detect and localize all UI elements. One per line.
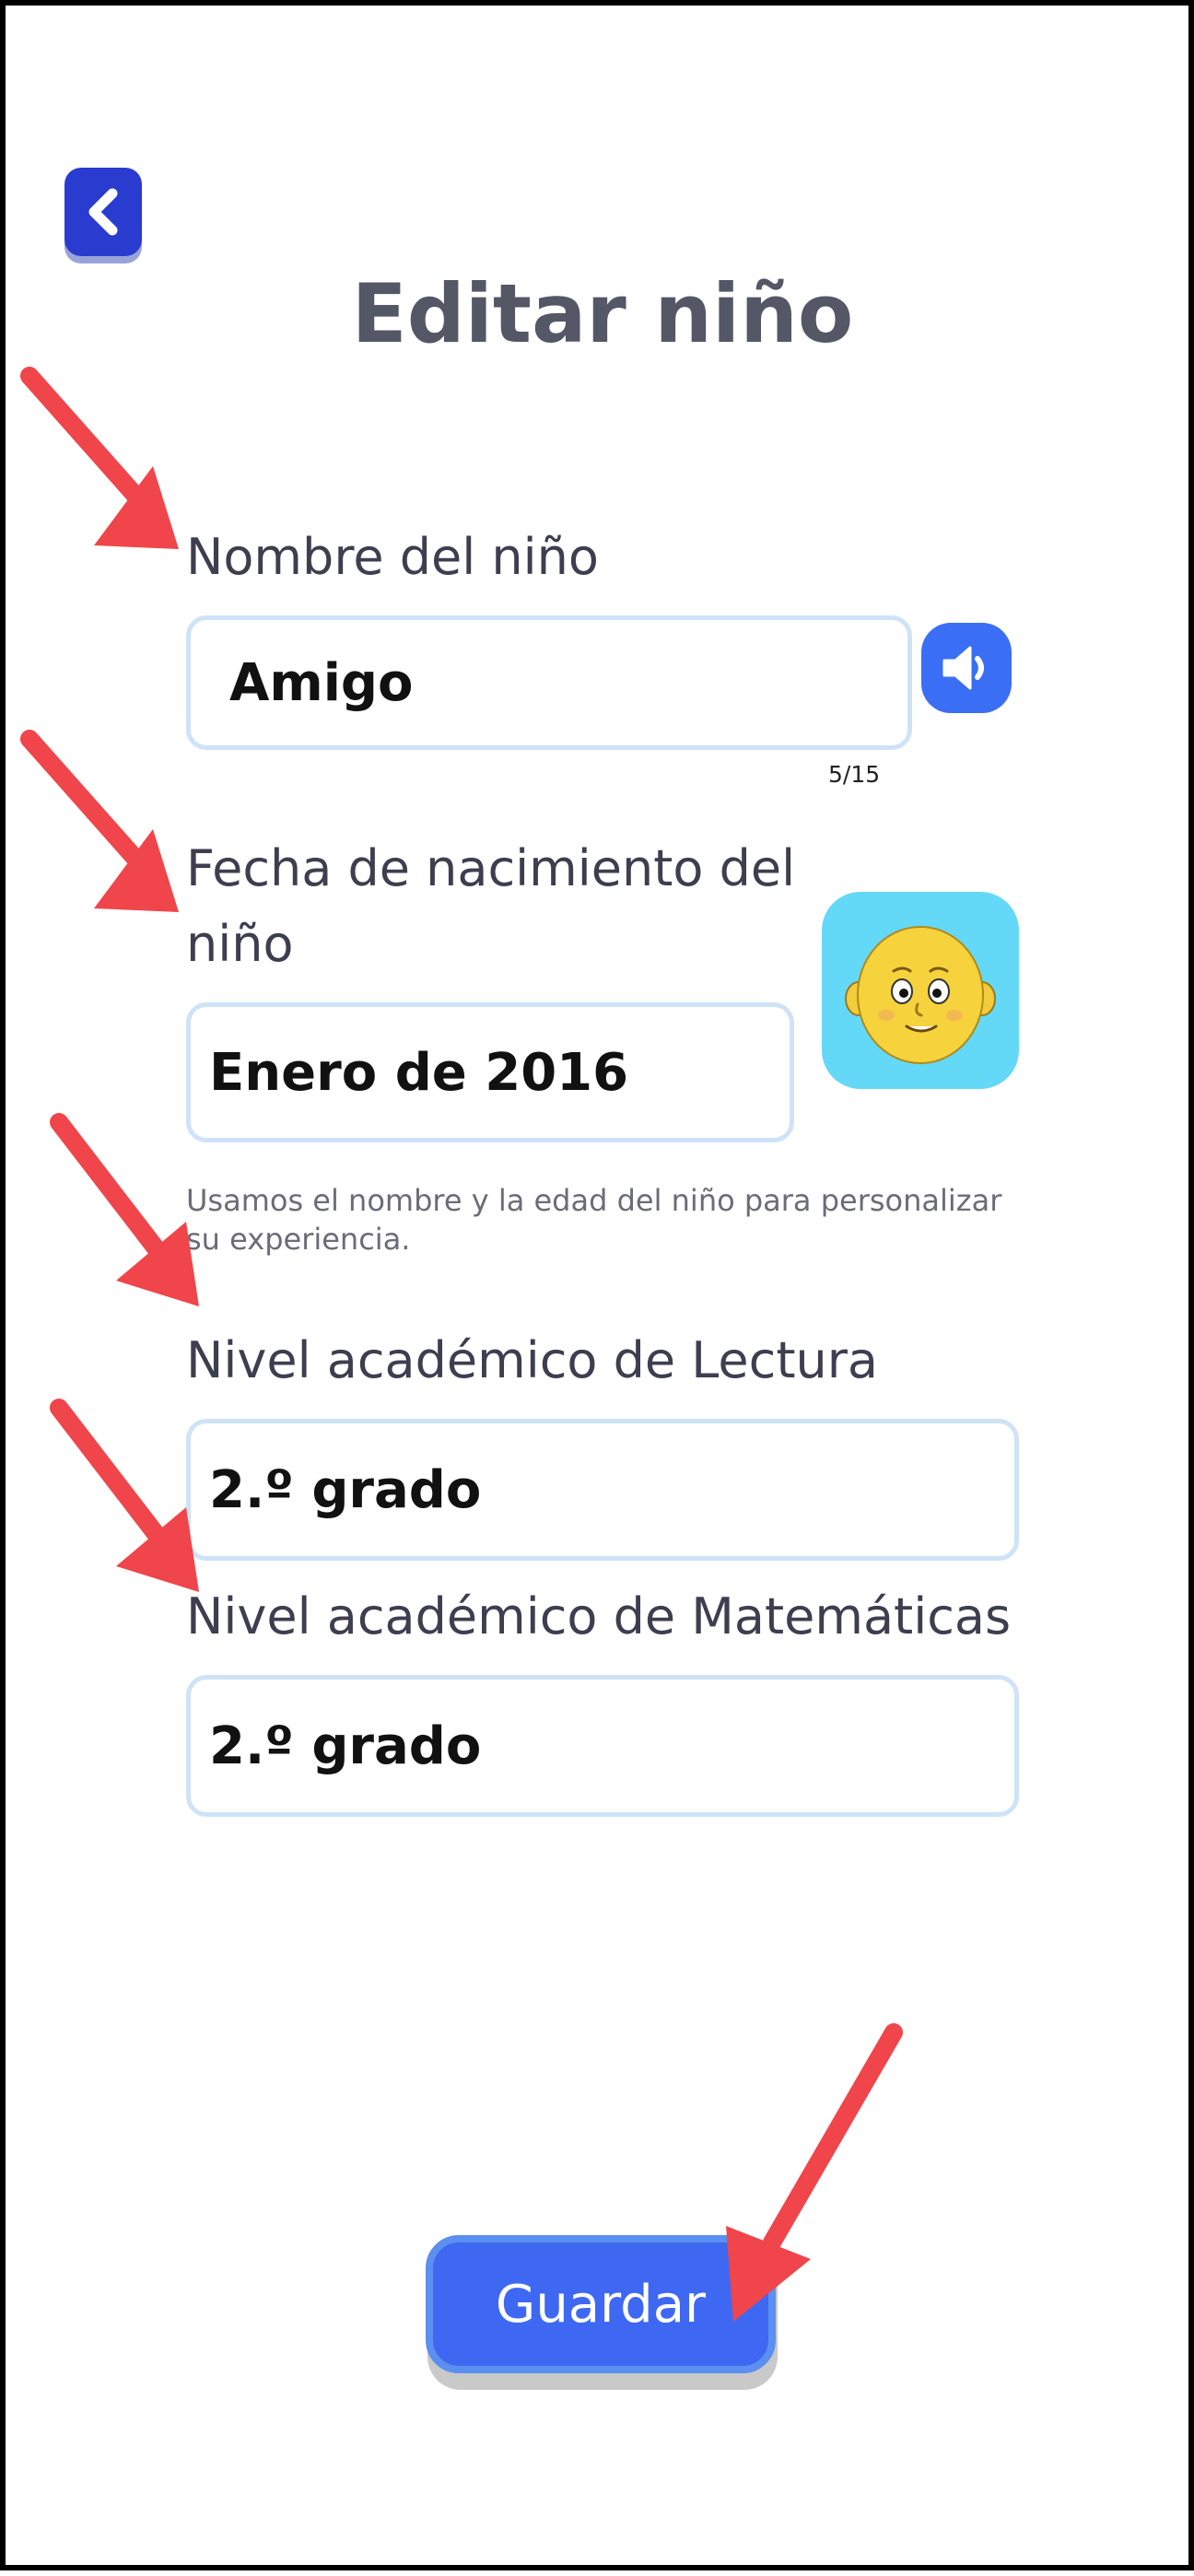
math-level-label: Nivel académico de Matemáticas xyxy=(186,1587,1012,1645)
char-counter: 5/15 xyxy=(828,761,881,788)
save-button[interactable]: Guardar xyxy=(426,2235,776,2373)
page-title: Editar niño xyxy=(351,266,854,361)
name-input[interactable]: Amigo xyxy=(186,615,912,750)
birthdate-value: Enero de 2016 xyxy=(209,1042,629,1103)
birthdate-input[interactable]: Enero de 2016 xyxy=(186,1002,794,1142)
reading-level-label: Nivel académico de Lectura xyxy=(186,1331,879,1389)
chevron-left-icon xyxy=(88,188,118,236)
math-level-select[interactable]: 2.º grado xyxy=(186,1675,1019,1817)
baby-face-icon xyxy=(845,926,996,1064)
help-text: Usamos el nombre y la edad del niño para… xyxy=(186,1183,1002,1257)
annotation-arrow-birthdate xyxy=(20,730,179,912)
birthdate-label-line1: Fecha de nacimiento del xyxy=(186,839,796,897)
annotation-arrow-reading-level xyxy=(50,1113,199,1306)
name-value: Amigo xyxy=(229,652,414,713)
name-label: Nombre del niño xyxy=(186,528,599,586)
child-avatar[interactable] xyxy=(822,892,1019,1089)
reading-level-select[interactable]: 2.º grado xyxy=(186,1419,1019,1561)
back-button[interactable] xyxy=(64,168,142,256)
annotation-overlay xyxy=(20,367,903,2322)
birthdate-label-line2: niño xyxy=(186,915,294,973)
save-button-wrapper: Guardar xyxy=(424,2233,779,2395)
app-screen: Editar niño Nombre del niño Amigo 5/15 F… xyxy=(0,0,1194,2570)
annotation-arrow-name xyxy=(20,367,179,549)
math-level-value: 2.º grado xyxy=(209,1715,482,1776)
speaker-button[interactable] xyxy=(921,623,1012,713)
reading-level-value: 2.º grado xyxy=(209,1459,482,1520)
annotation-arrow-math-level xyxy=(50,1399,199,1592)
speaker-icon xyxy=(942,646,984,690)
